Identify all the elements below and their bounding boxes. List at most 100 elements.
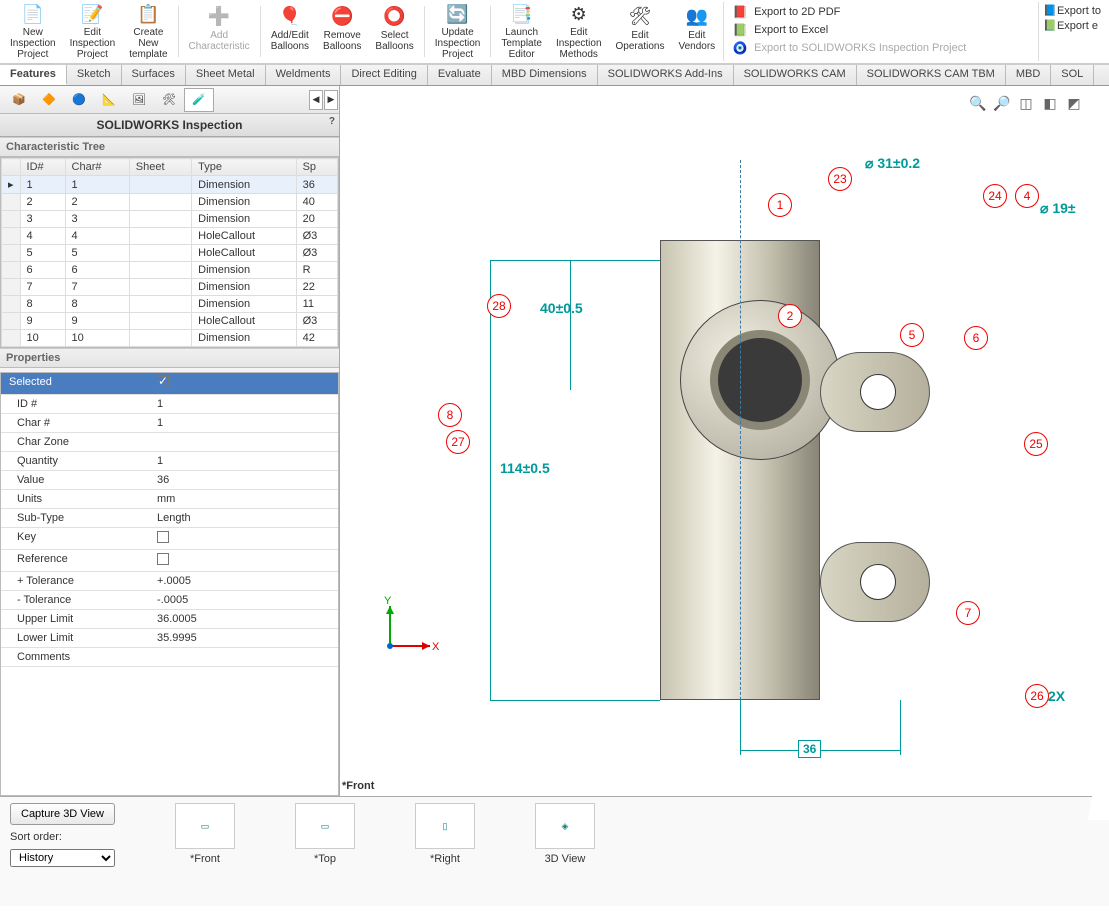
prop-name: Comments: [1, 648, 151, 666]
ext-line: [900, 700, 901, 755]
balloon-4: 4: [1015, 184, 1039, 208]
prop-value[interactable]: -.0005: [157, 594, 188, 606]
fm-tab-dimxpert-icon[interactable]: 📐: [94, 88, 124, 112]
main-area: 📦 🔶 🔵 📐 🖼 🛠 🧪 ◀ ▶ SOLIDWORKS Inspection …: [0, 86, 1109, 796]
edit-inspection-methods[interactable]: ⚙EditInspectionMethods: [550, 2, 608, 61]
prop-reference-checkbox[interactable]: [157, 553, 169, 565]
panel-tabs-scroll-right-icon[interactable]: ▶: [324, 90, 338, 110]
graphics-viewport[interactable]: 🔍 🔎 ◫ ◧ ◩ 36 114±0.5 40±0.5 31±0.2 19±: [340, 86, 1109, 796]
new-inspection-project[interactable]: 📄NewInspectionProject: [4, 2, 62, 61]
view-thumb--front[interactable]: ▭*Front: [175, 803, 235, 865]
create-new-template[interactable]: 📋CreateNewtemplate: [123, 2, 173, 61]
export-excel-icon: 📗: [732, 22, 748, 38]
prop-value[interactable]: +.0005: [157, 575, 191, 587]
prop-name: Units: [1, 490, 151, 508]
tab-solidworks-add-ins[interactable]: SOLIDWORKS Add-Ins: [598, 65, 734, 85]
tab-surfaces[interactable]: Surfaces: [122, 65, 186, 85]
edit-inspection-project-icon: 📝: [80, 4, 104, 25]
new-inspection-project-icon: 📄: [21, 4, 45, 25]
dim-diam19: 19±: [1040, 200, 1076, 217]
col-sp[interactable]: Sp: [296, 159, 337, 176]
tab-features[interactable]: Features: [0, 65, 67, 85]
tab-weldments[interactable]: Weldments: [266, 65, 342, 85]
fm-tab-config-icon[interactable]: 🔵: [64, 88, 94, 112]
update-inspection-project[interactable]: 🔄UpdateInspectionProject: [429, 2, 487, 61]
export-swi-icon: 🧿: [732, 40, 748, 56]
view-thumb--right[interactable]: ▯*Right: [415, 803, 475, 865]
fm-tab-display-icon[interactable]: 🖼: [124, 88, 154, 112]
col-idnum[interactable]: ID#: [20, 159, 65, 176]
edit-vendors-label: EditVendors: [678, 30, 715, 52]
capture-3d-view-button[interactable]: Capture 3D View: [10, 803, 115, 825]
table-row[interactable]: 77Dimension22: [2, 279, 338, 296]
launch-template-editor[interactable]: 📑LaunchTemplateEditor: [495, 2, 548, 61]
edit-inspection-project[interactable]: 📝EditInspectionProject: [64, 2, 122, 61]
view-thumb-image: ◈: [535, 803, 595, 849]
col-charnum[interactable]: Char#: [65, 159, 129, 176]
table-row[interactable]: 44HoleCalloutØ3: [2, 228, 338, 245]
select-balloons[interactable]: ⭕SelectBalloons: [369, 2, 419, 61]
panel-tabs-scroll-left-icon[interactable]: ◀: [309, 90, 323, 110]
tab-mbd-dimensions[interactable]: MBD Dimensions: [492, 65, 598, 85]
zoom-area-icon[interactable]: 🔎: [993, 94, 1011, 112]
table-row[interactable]: 55HoleCalloutØ3: [2, 245, 338, 262]
edit-operations[interactable]: 🛠EditOperations: [610, 2, 671, 61]
table-row[interactable]: 1010Dimension42: [2, 330, 338, 347]
prop-value[interactable]: mm: [157, 493, 175, 505]
update-inspection-project-label: UpdateInspectionProject: [435, 27, 481, 60]
remove-balloons[interactable]: ⛔RemoveBalloons: [317, 2, 367, 61]
tab-sol[interactable]: SOL: [1051, 65, 1094, 85]
characteristic-table[interactable]: ID#Char#SheetTypeSp▸11Dimension3622Dimen…: [0, 157, 339, 348]
ext-line: [490, 260, 660, 261]
view-thumb-label: *Top: [314, 853, 336, 865]
zoom-fit-icon[interactable]: 🔍: [969, 94, 987, 112]
tab-sheet-metal[interactable]: Sheet Metal: [186, 65, 266, 85]
tab-evaluate[interactable]: Evaluate: [428, 65, 492, 85]
prop-selected-check[interactable]: [151, 373, 338, 394]
export-to-3d[interactable]: 📘Export to: [1043, 4, 1101, 17]
panel-help-icon[interactable]: ?: [329, 116, 335, 127]
tab-mbd[interactable]: MBD: [1006, 65, 1051, 85]
table-row[interactable]: 22Dimension40: [2, 194, 338, 211]
prop-value[interactable]: 1: [157, 398, 163, 410]
fm-tab-property-icon[interactable]: 🔶: [34, 88, 64, 112]
tab-solidworks-cam-tbm[interactable]: SOLIDWORKS CAM TBM: [857, 65, 1006, 85]
create-new-template-icon: 📋: [136, 4, 160, 25]
hide-show-icon[interactable]: ◩: [1065, 94, 1083, 112]
table-row[interactable]: ▸11Dimension36: [2, 176, 338, 194]
tab-solidworks-cam[interactable]: SOLIDWORKS CAM: [734, 65, 857, 85]
export-2d-pdf[interactable]: 📕Export to 2D PDF: [732, 4, 1028, 20]
fm-tab-cam-icon[interactable]: 🛠: [154, 88, 184, 112]
col-sheet[interactable]: Sheet: [129, 159, 191, 176]
prop-value[interactable]: 36.0005: [157, 613, 197, 625]
view-thumb-3d-view[interactable]: ◈3D View: [535, 803, 595, 865]
fm-tab-model-icon[interactable]: 📦: [4, 88, 34, 112]
properties-grid[interactable]: SelectedID #1Char #1Char ZoneQuantity1Va…: [0, 372, 339, 796]
table-row[interactable]: 99HoleCalloutØ3: [2, 313, 338, 330]
task-pane: 📦 🔶 🔵 📐 🖼 🛠 🧪 ◀ ▶ SOLIDWORKS Inspection …: [0, 86, 340, 796]
sort-order-select[interactable]: History: [10, 849, 115, 867]
add-edit-balloons[interactable]: 🎈Add/EditBalloons: [265, 2, 315, 61]
export-exml[interactable]: 📗Export e: [1043, 19, 1101, 32]
prop-value[interactable]: 35.9995: [157, 632, 197, 644]
edit-vendors[interactable]: 👥EditVendors: [672, 2, 721, 61]
view-orientation-icon[interactable]: ◫: [1017, 94, 1035, 112]
tab-direct-editing[interactable]: Direct Editing: [341, 65, 427, 85]
table-row[interactable]: 66DimensionR: [2, 262, 338, 279]
display-style-icon[interactable]: ◧: [1041, 94, 1059, 112]
prop-key-checkbox[interactable]: [157, 531, 169, 543]
prop-value[interactable]: 1: [157, 417, 163, 429]
prop-value[interactable]: Length: [157, 512, 191, 524]
dim-diam31: 31±0.2: [865, 155, 920, 172]
prop-value[interactable]: 36: [157, 474, 169, 486]
tab-sketch[interactable]: Sketch: [67, 65, 122, 85]
table-row[interactable]: 33Dimension20: [2, 211, 338, 228]
prop-value[interactable]: 1: [157, 455, 163, 467]
add-characteristic: ➕AddCharacteristic: [183, 2, 256, 61]
view-thumb--top[interactable]: ▭*Top: [295, 803, 355, 865]
fm-tab-inspection-icon[interactable]: 🧪: [184, 88, 214, 112]
col-type[interactable]: Type: [192, 159, 296, 176]
table-row[interactable]: 88Dimension11: [2, 296, 338, 313]
command-tabs: FeaturesSketchSurfacesSheet MetalWeldmen…: [0, 64, 1109, 86]
export-excel[interactable]: 📗Export to Excel: [732, 22, 1028, 38]
